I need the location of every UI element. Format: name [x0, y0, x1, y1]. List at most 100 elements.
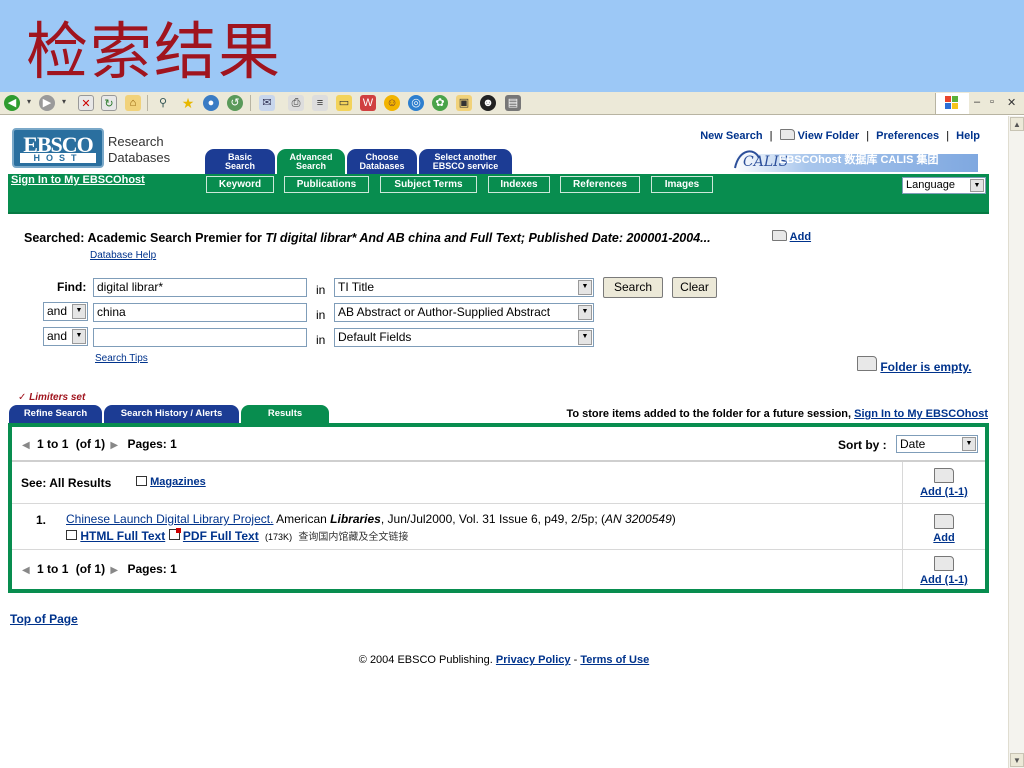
tab-search-history[interactable]: Search History / Alerts: [104, 405, 239, 423]
store-note-text: To store items added to the folder for a…: [566, 408, 852, 420]
pdf-full-text-link[interactable]: PDF Full Text: [183, 529, 259, 543]
page-icon[interactable]: ▤: [505, 95, 521, 111]
help-link[interactable]: Help: [956, 130, 980, 142]
search-icon[interactable]: ⚲: [155, 95, 171, 111]
sign-in-link[interactable]: Sign In to My EBSCOhost: [11, 174, 145, 186]
add-all-folder-icon[interactable]: [903, 468, 985, 486]
pager: ◀ 1 to 1 (of 1) ▶ Pages: 1: [22, 562, 177, 576]
close-button[interactable]: ✕: [1007, 96, 1016, 109]
add-all-link[interactable]: Add (1-1): [920, 486, 968, 498]
tab-advanced-search[interactable]: Advanced Search: [277, 149, 345, 175]
prev-page-icon[interactable]: ◀: [22, 565, 30, 576]
scroll-down-icon[interactable]: ▼: [1010, 753, 1024, 767]
discuss-icon[interactable]: ▭: [336, 95, 352, 111]
folder-empty-link[interactable]: Folder is empty.: [880, 360, 971, 374]
calis-banner-text: EBSCOhost 数据库 CALIS 集团: [779, 154, 939, 166]
vertical-scrollbar[interactable]: ▲ ▼: [1008, 116, 1024, 768]
sort-select[interactable]: Date ▼: [896, 435, 978, 453]
boolean-3-select[interactable]: and ▼: [43, 327, 88, 346]
top-of-page-link[interactable]: Top of Page: [10, 612, 78, 626]
tab-basic-search[interactable]: Basic Search: [205, 149, 275, 175]
result-item: 1. Chinese Launch Digital Library Projec…: [12, 504, 985, 550]
history-icon[interactable]: ↺: [227, 95, 243, 111]
add-all-cell: Add (1-1): [902, 550, 985, 589]
magazines-filter[interactable]: Magazines: [136, 476, 206, 488]
subtab-indexes[interactable]: Indexes: [488, 176, 550, 193]
terms-of-use-link[interactable]: Terms of Use: [580, 654, 649, 666]
next-page-icon[interactable]: ▶: [110, 565, 118, 576]
language-select-value: Language: [906, 179, 955, 191]
tab-results[interactable]: Results: [241, 405, 329, 423]
language-select[interactable]: Language ▼: [902, 177, 986, 194]
home-icon[interactable]: ⌂: [125, 95, 141, 111]
add-all-link[interactable]: Add (1-1): [920, 574, 968, 586]
folder-status[interactable]: Folder is empty.: [857, 356, 971, 374]
new-search-link[interactable]: New Search: [700, 130, 762, 142]
holdings-link[interactable]: 查询国内馆藏及全文链接: [298, 532, 408, 543]
forward-dropdown-icon[interactable]: ▾: [62, 97, 66, 106]
media-icon[interactable]: ●: [203, 95, 219, 111]
research-databases-caption: Research Databases: [108, 134, 170, 166]
chevron-down-icon: ▼: [970, 179, 984, 192]
results-pager-bottom: ◀ 1 to 1 (of 1) ▶ Pages: 1 Add (1-1): [12, 550, 985, 589]
view-folder-link[interactable]: View Folder: [798, 130, 860, 142]
store-sign-in-link[interactable]: Sign In to My EBSCOhost: [854, 408, 988, 420]
tab-refine-search[interactable]: Refine Search: [9, 405, 102, 423]
subtab-publications[interactable]: Publications: [284, 176, 369, 193]
edit-icon[interactable]: ≡: [312, 95, 328, 111]
favorites-icon[interactable]: ★: [180, 95, 196, 111]
boolean-2-select[interactable]: and ▼: [43, 302, 88, 321]
search-term-1-input[interactable]: digital librar*: [93, 278, 307, 297]
subtab-keyword[interactable]: Keyword: [206, 176, 274, 193]
tools-icon[interactable]: ▣: [456, 95, 472, 111]
tab-choose-databases[interactable]: Choose Databases: [347, 149, 417, 175]
html-full-text-link[interactable]: HTML Full Text: [80, 529, 165, 543]
globe-icon[interactable]: ◎: [408, 95, 424, 111]
search-button[interactable]: Search: [603, 277, 663, 298]
search-tips-link[interactable]: Search Tips: [95, 353, 148, 364]
preferences-link[interactable]: Preferences: [876, 130, 939, 142]
pdf-icon: [168, 528, 181, 540]
refresh-icon[interactable]: ↻: [101, 95, 117, 111]
smile-icon[interactable]: ☺: [384, 95, 400, 111]
next-page-icon[interactable]: ▶: [110, 440, 118, 451]
chevron-down-icon: ▼: [578, 330, 592, 345]
mail-icon[interactable]: ✉: [259, 95, 275, 111]
field-1-select[interactable]: TI Title ▼: [334, 278, 594, 297]
back-dropdown-icon[interactable]: ▾: [27, 97, 31, 106]
add-item-link[interactable]: Add: [933, 532, 954, 544]
privacy-policy-link[interactable]: Privacy Policy: [496, 654, 571, 666]
field-2-select[interactable]: AB Abstract or Author-Supplied Abstract …: [334, 303, 594, 322]
stop-icon[interactable]: ✕: [78, 95, 94, 111]
ebsco-host-logo[interactable]: EBSCO HOST: [12, 128, 104, 168]
chevron-down-icon: ▼: [578, 280, 592, 295]
messenger-icon[interactable]: W: [360, 95, 376, 111]
add-search-to-folder[interactable]: Add: [772, 230, 811, 243]
result-title-link[interactable]: Chinese Launch Digital Library Project.: [66, 512, 273, 526]
calis-banner[interactable]: CALIS EBSCOhost 数据库 CALIS 集团: [733, 146, 978, 172]
scroll-up-icon[interactable]: ▲: [1010, 117, 1024, 131]
link-separator: |: [946, 130, 950, 142]
clear-button[interactable]: Clear: [672, 277, 717, 298]
limiters-set-label[interactable]: ✓ Limiters set: [18, 392, 85, 403]
print-icon[interactable]: ⎙: [288, 95, 304, 111]
subtab-images[interactable]: Images: [651, 176, 713, 193]
add-link[interactable]: Add: [790, 231, 811, 243]
prev-page-icon[interactable]: ◀: [22, 440, 30, 451]
research-icon[interactable]: ✿: [432, 95, 448, 111]
search-term-2-input[interactable]: china: [93, 303, 307, 322]
add-all-folder-icon[interactable]: [903, 556, 985, 574]
qq-icon[interactable]: ☻: [480, 95, 496, 111]
search-term-3-input[interactable]: [93, 328, 307, 347]
field-3-select[interactable]: Default Fields ▼: [334, 328, 594, 347]
restore-button[interactable]: ▫: [990, 96, 994, 108]
forward-icon[interactable]: ▶: [39, 95, 55, 111]
tab-select-ebsco-service[interactable]: Select another EBSCO service: [419, 149, 512, 175]
subtab-references[interactable]: References: [560, 176, 640, 193]
magazines-link[interactable]: Magazines: [150, 476, 206, 488]
subtab-subject-terms[interactable]: Subject Terms: [380, 176, 477, 193]
minimize-button[interactable]: –: [974, 96, 980, 108]
back-icon[interactable]: ◀: [4, 95, 20, 111]
add-item-folder-icon[interactable]: [903, 514, 985, 532]
database-help-link[interactable]: Database Help: [90, 250, 156, 261]
